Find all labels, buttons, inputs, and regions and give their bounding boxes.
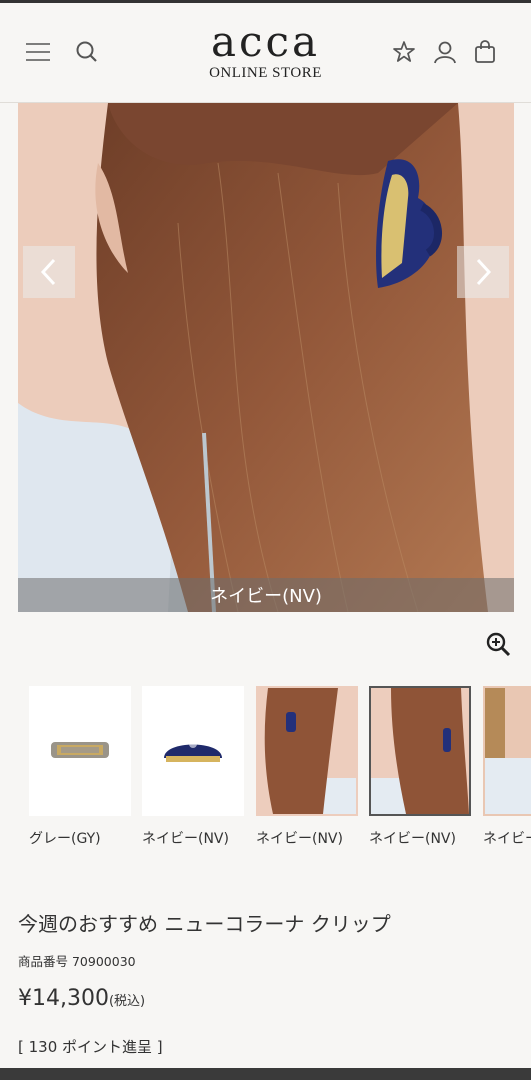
product-title: 今週のおすすめ ニューコラーナ クリップ bbox=[18, 912, 391, 936]
thumbnail-label: グレー(GY) bbox=[29, 831, 101, 846]
thumbnail-image bbox=[483, 686, 531, 816]
zoom-in-icon[interactable] bbox=[485, 631, 513, 659]
thumbnail-label: ネイビー(NV) bbox=[142, 831, 229, 846]
site-header: acca ONLINE STORE bbox=[0, 3, 531, 103]
reward-points: [ 130 ポイント進呈 ] bbox=[18, 1038, 163, 1056]
thumbnail-image bbox=[256, 686, 358, 816]
bottom-bar bbox=[0, 1068, 531, 1080]
next-image-button[interactable] bbox=[457, 246, 509, 298]
thumbnail-strip: グレー(GY) ネイビー(NV) ネイビー(NV) ネイビー(NV) ネイビー(… bbox=[0, 686, 531, 846]
user-icon[interactable] bbox=[432, 39, 458, 65]
thumbnail-item[interactable]: ネイビー(NV) bbox=[256, 686, 358, 846]
price-value: ¥14,300 bbox=[18, 986, 109, 1011]
bag-icon[interactable] bbox=[472, 39, 498, 65]
thumbnail-label: ネイビー(NV) bbox=[256, 831, 343, 846]
image-caption: ネイビー(NV) bbox=[18, 578, 514, 612]
thumbnail-item[interactable]: ネイビー(NV) bbox=[142, 686, 244, 846]
thumbnail-label: ネイビー(NV) bbox=[483, 831, 531, 846]
thumbnail-item[interactable]: ネイビー(NV) bbox=[483, 686, 531, 846]
product-main-image[interactable]: ネイビー(NV) bbox=[18, 103, 514, 612]
product-price: ¥14,300(税込) bbox=[18, 986, 145, 1011]
chevron-left-icon bbox=[40, 258, 56, 286]
thumbnail-item[interactable]: グレー(GY) bbox=[29, 686, 131, 846]
star-icon[interactable] bbox=[391, 39, 417, 65]
product-code: 商品番号 70900030 bbox=[18, 954, 136, 969]
thumbnail-image bbox=[369, 686, 471, 816]
thumbnail-label: ネイビー(NV) bbox=[369, 831, 456, 846]
thumbnail-image bbox=[29, 686, 131, 816]
thumbnail-image bbox=[142, 686, 244, 816]
hair-clip-photo bbox=[18, 103, 514, 612]
prev-image-button[interactable] bbox=[23, 246, 75, 298]
thumbnail-item-selected[interactable]: ネイビー(NV) bbox=[369, 686, 471, 846]
chevron-right-icon bbox=[476, 258, 492, 286]
price-tax-note: (税込) bbox=[108, 994, 146, 1009]
logo-sub-text: ONLINE STORE bbox=[209, 65, 322, 81]
